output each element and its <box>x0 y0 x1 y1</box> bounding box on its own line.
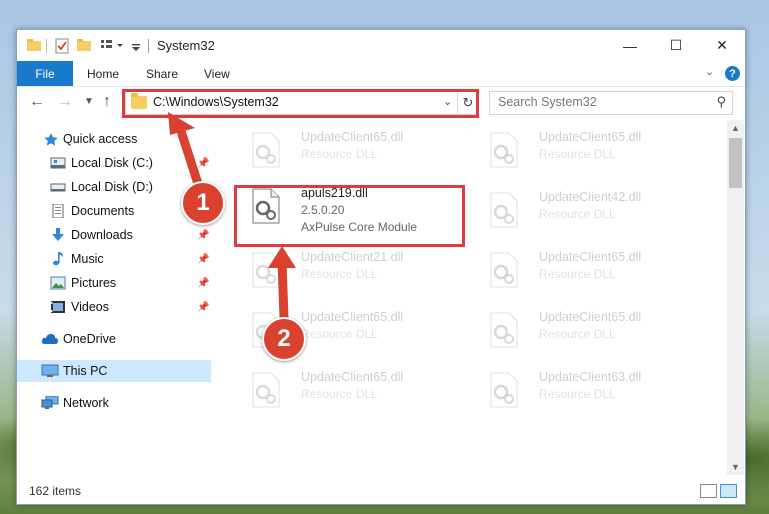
arrow-1 <box>168 112 205 195</box>
annotation-arrows <box>168 112 296 323</box>
step-1-badge: 1 <box>181 181 225 225</box>
step-2-badge: 2 <box>262 317 306 361</box>
arrow-2 <box>268 246 296 323</box>
